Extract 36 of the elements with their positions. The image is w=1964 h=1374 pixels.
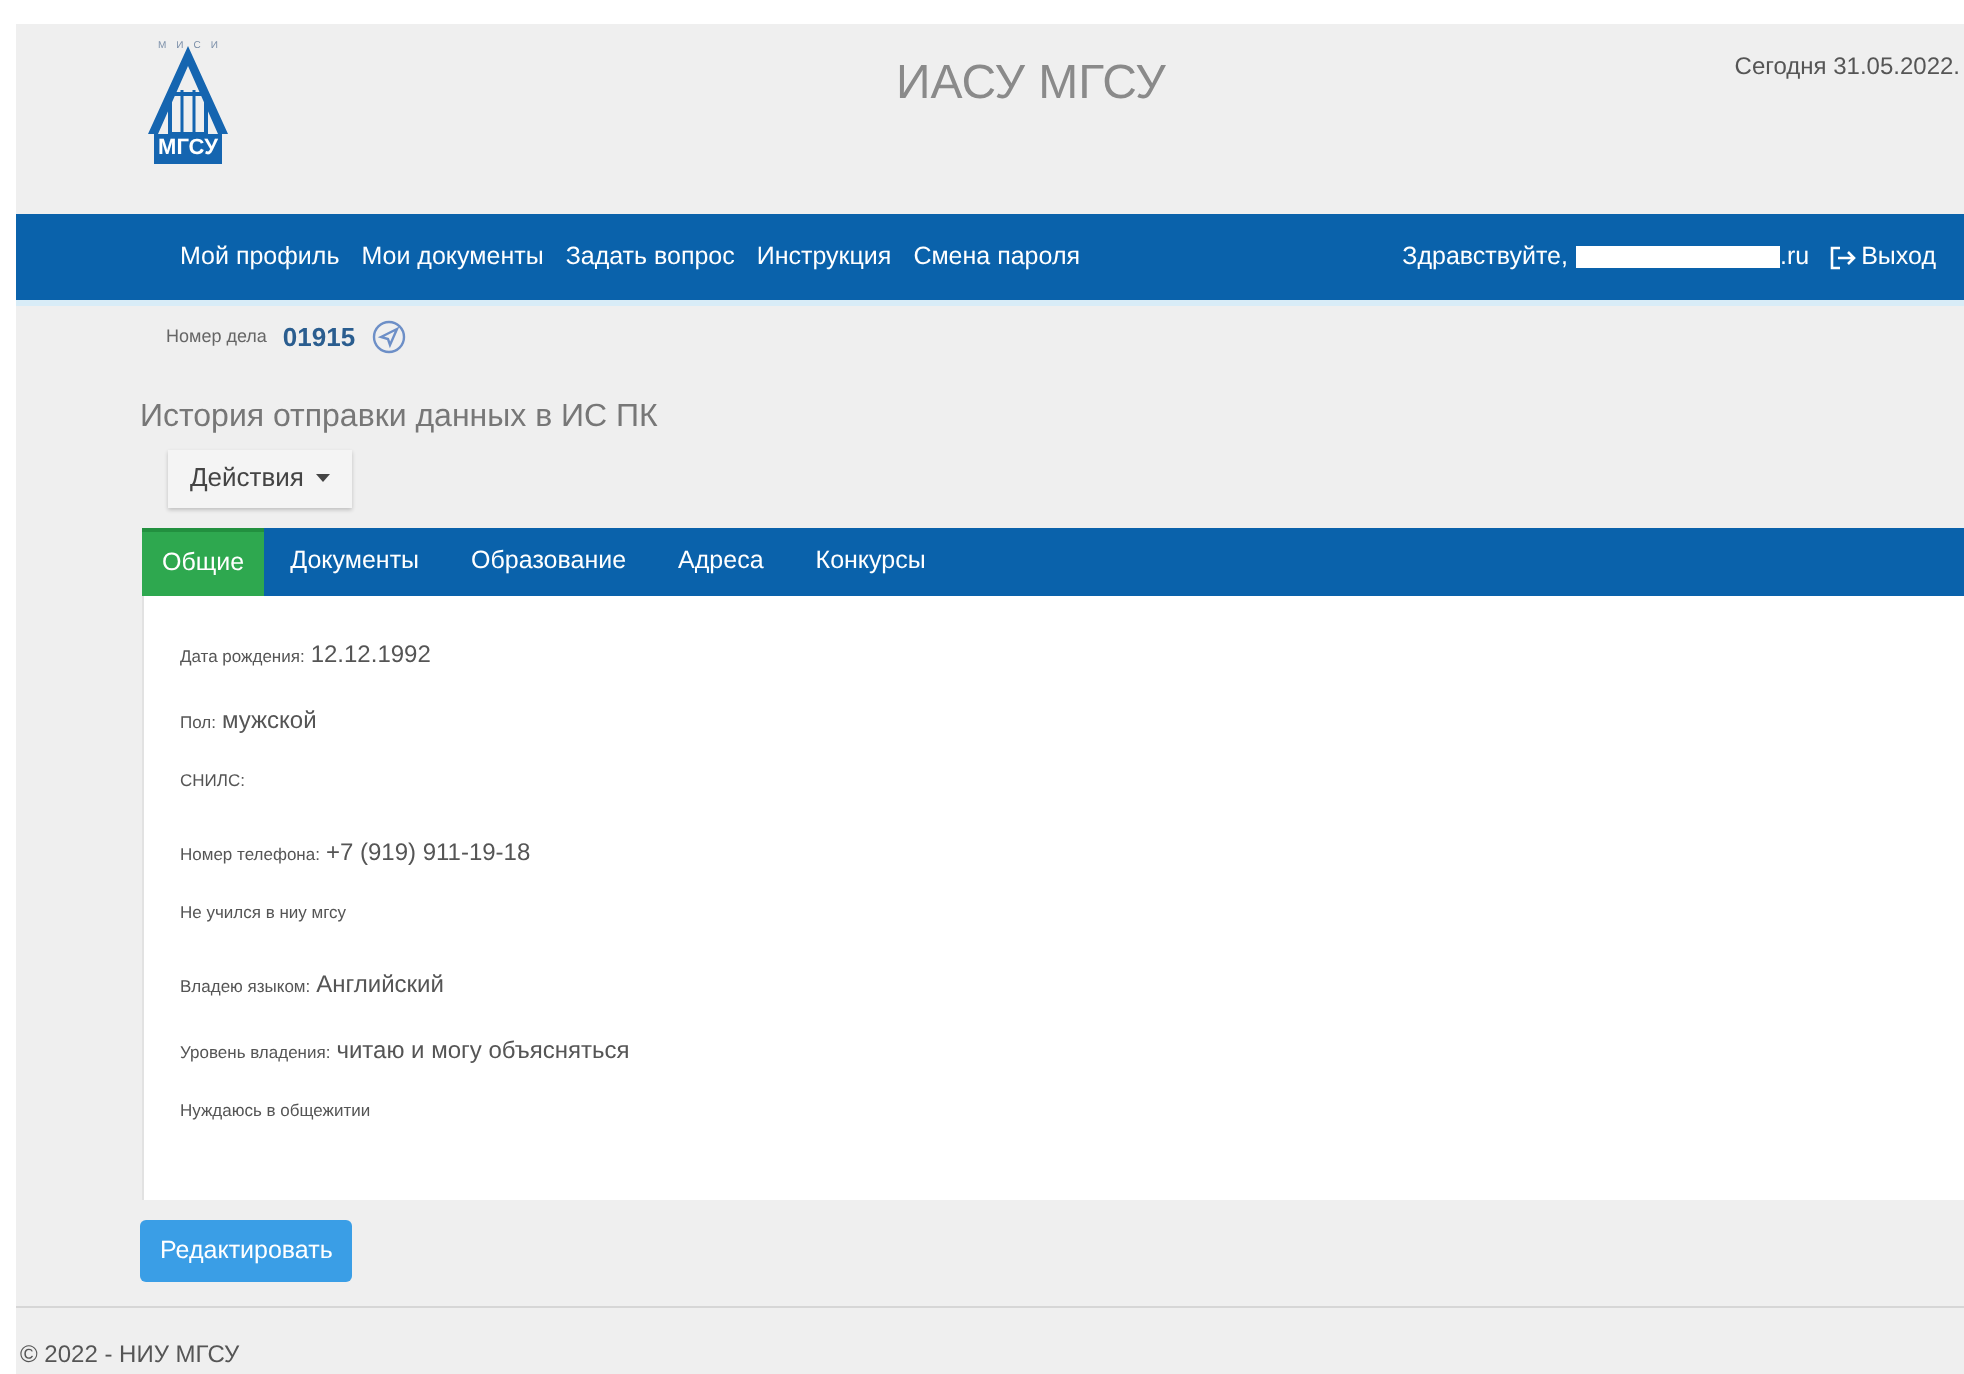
field-label: Владею языком: [180,973,311,999]
logout-icon [1829,245,1856,269]
field-label: Дата рождения: [180,643,305,669]
footer-text: © 2022 - НИУ МГСУ [20,1337,242,1371]
field-label: Пол: [180,709,216,735]
case-number: 01915 [282,320,356,356]
field-label: Номер телефона: [180,841,320,867]
email-text: .ru [1780,240,1810,275]
field-value: +7 (919) 911-19-18 [325,835,531,869]
send-icon[interactable] [371,320,406,355]
tab[interactable]: Документы [264,527,446,595]
field-label: Не учился в ниу мгсу [180,899,347,925]
greeting: Здравствуйте, [1402,240,1568,275]
field-value: читаю и могу объясняться [336,1033,630,1067]
tab[interactable]: Конкурсы [789,527,952,595]
field-value: 12.12.1992 [310,637,431,671]
nav-link[interactable]: Смена пароля [913,238,1081,276]
field-value: мужской [221,703,317,737]
logout-link[interactable]: Выход [1829,238,1936,276]
field-label: Нуждаюсь в общежитии [180,1097,371,1123]
field-value: Английский [316,967,444,1001]
tab[interactable]: Образование [445,527,653,595]
actions-button[interactable]: Действия [168,449,352,507]
nav-link[interactable]: Инструкция [756,238,892,276]
page-title: История отправки данных в ИС ПК [140,397,658,437]
case-label: Номер дела [166,324,267,350]
site-title: ИАСУ МГСУ [896,54,1166,114]
nav-link[interactable]: Мои документы [361,238,544,276]
field-label: Уровень владения: [180,1039,331,1065]
nav-link[interactable]: Задать вопрос [565,238,735,276]
logo-name: МГСУ [154,134,222,164]
tab[interactable]: Адреса [652,527,790,595]
nav-link[interactable]: Мой профиль [180,238,340,276]
field-label: СНИЛС: [180,767,245,793]
caret-icon [315,474,330,482]
today-date: Сегодня 31.05.2022. [1734,50,1960,84]
